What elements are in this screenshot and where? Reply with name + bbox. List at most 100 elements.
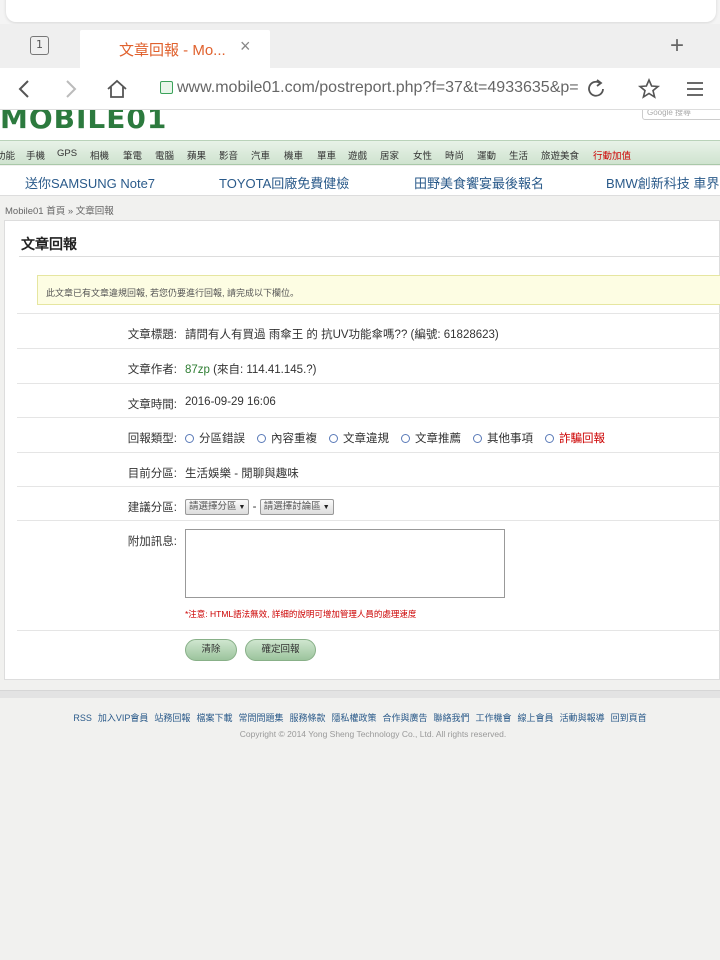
- category-link[interactable]: 生活: [509, 148, 528, 162]
- report-type-option[interactable]: 詐騙回報: [545, 433, 605, 445]
- notice-banner: 此文章已有文章違規回報, 若您仍要進行回報, 請完成以下欄位。: [37, 275, 720, 305]
- category-link[interactable]: 旅遊美食: [541, 148, 579, 162]
- report-type-options: 分區錯誤 內容重複 文章違規 文章推薦 其他事項 詐騙回報: [185, 430, 617, 446]
- divider: [17, 630, 720, 631]
- suggest-zone-selects: 請選擇分區 ▼ - 請選擇討論區 ▼: [185, 499, 334, 515]
- category-link[interactable]: 蘋果: [187, 148, 206, 162]
- message-textarea[interactable]: [185, 529, 505, 598]
- author-row: 文章作者: 87zp (來自: 114.41.145.?): [17, 348, 720, 383]
- report-type-label: 文章違規: [343, 433, 389, 445]
- radio-button[interactable]: [401, 434, 410, 443]
- radio-button[interactable]: [185, 434, 194, 443]
- category-link[interactable]: GPS: [57, 148, 77, 159]
- category-nav: 功能手機 GPS 相機筆電電腦蘋果影音汽車機車單車遊戲居家女性時尚運動生活旅遊美食行…: [0, 140, 720, 165]
- category-link[interactable]: 女性: [413, 148, 432, 162]
- category-link[interactable]: 功能: [0, 148, 15, 162]
- footer-link[interactable]: 站務回報: [154, 713, 190, 723]
- promo-link[interactable]: TOYOTA回廠免費健檢: [219, 173, 349, 192]
- report-type-option[interactable]: 分區錯誤: [185, 433, 245, 445]
- page-title: 文章回報: [21, 236, 77, 252]
- report-type-option[interactable]: 文章推薦: [401, 433, 461, 445]
- radio-button[interactable]: [257, 434, 266, 443]
- footer-link[interactable]: 加入VIP會員: [98, 713, 149, 723]
- footer-link[interactable]: 檔案下載: [196, 713, 232, 723]
- report-type-row: 回報類型: 分區錯誤 內容重複 文章違規 文章推薦 其他事項 詐騙回報: [17, 417, 720, 452]
- promo-link[interactable]: 送你SAMSUNG Note7: [25, 173, 155, 192]
- category-link[interactable]: 居家: [380, 148, 399, 162]
- footer-links: RSS 加入VIP會員 站務回報 檔案下載 常問問題集 服務條款 隱私權政策 合作與廣告 聯絡我…: [0, 711, 720, 724]
- divider: [19, 256, 719, 257]
- footer-link[interactable]: 線上會員: [518, 713, 554, 723]
- category-link[interactable]: 電腦: [155, 148, 174, 162]
- site-search-input[interactable]: Google 搜尋: [642, 110, 720, 120]
- zone-select[interactable]: 請選擇分區 ▼: [185, 499, 250, 515]
- report-type-label: 分區錯誤: [199, 433, 245, 445]
- footer-link[interactable]: 活動與報導: [560, 713, 605, 723]
- copyright: Copyright © 2014 Yong Sheng Technology C…: [239, 729, 507, 739]
- current-zone-label: 目前分區:: [127, 468, 177, 480]
- category-link[interactable]: 行動加值: [593, 148, 631, 162]
- submit-report-button[interactable]: 確定回報: [245, 639, 316, 661]
- clear-button[interactable]: 清除: [185, 639, 237, 661]
- message-label: 附加訊息:: [127, 536, 177, 548]
- article-title-label: 文章標題:: [127, 329, 177, 341]
- menu-icon[interactable]: [682, 76, 708, 102]
- report-type-option[interactable]: 內容重複: [257, 433, 317, 445]
- footer-link[interactable]: 服務條款: [289, 713, 325, 723]
- url-bar: www.mobile01.com/postreport.php?f=37&t=4…: [0, 68, 720, 110]
- refresh-icon[interactable]: [583, 76, 609, 102]
- notification-card: [6, 0, 716, 22]
- promo-link[interactable]: 田野美食饗宴最後報名: [414, 173, 544, 192]
- footer-link[interactable]: 隱私權政策: [331, 713, 376, 723]
- radio-button[interactable]: [473, 434, 482, 443]
- suggest-zone-label: 建議分區:: [127, 502, 177, 514]
- home-icon[interactable]: [104, 76, 130, 102]
- category-link[interactable]: 汽車: [251, 148, 270, 162]
- author-link[interactable]: 87zp: [185, 364, 210, 376]
- category-link[interactable]: 遊戲: [348, 148, 367, 162]
- footer-link[interactable]: RSS: [73, 713, 92, 723]
- active-tab[interactable]: 文章回報 - Mo... ×: [80, 30, 270, 68]
- report-panel: 文章回報 此文章已有文章違規回報, 若您仍要進行回報, 請完成以下欄位。 文章標…: [4, 220, 720, 680]
- bookmark-star-icon[interactable]: [636, 76, 662, 102]
- radio-button[interactable]: [329, 434, 338, 443]
- report-type-label: 文章推薦: [415, 433, 461, 445]
- url-input[interactable]: www.mobile01.com/postreport.php?f=37&t=4…: [177, 79, 579, 97]
- category-link[interactable]: 機車: [284, 148, 303, 162]
- footer-link[interactable]: 工作機會: [476, 713, 512, 723]
- site-header: MOBILE01 Google 搜尋: [0, 110, 720, 140]
- article-title-value: 請問有人有買過 雨傘王 的 抗UV功能傘嗎?? (編號: 61828623): [185, 329, 499, 341]
- report-type-label: 回報類型:: [127, 433, 177, 445]
- category-link[interactable]: 相機: [90, 148, 109, 162]
- author-ip: (來自: 114.41.145.?): [213, 364, 317, 376]
- category-link[interactable]: 手機: [26, 148, 45, 162]
- category-link[interactable]: 筆電: [123, 148, 142, 162]
- forward-arrow-icon[interactable]: [57, 76, 83, 102]
- footer-link[interactable]: 常問問題集: [238, 713, 283, 723]
- category-link[interactable]: 運動: [477, 148, 496, 162]
- close-tab-icon[interactable]: ×: [240, 36, 251, 57]
- report-type-label: 其他事項: [487, 433, 533, 445]
- promo-link[interactable]: BMW創新科技 車界: [606, 173, 719, 192]
- html-hint: *注意: HTML語法無效, 詳細的說明可增加管理人員的處理速度: [185, 609, 417, 619]
- back-arrow-icon[interactable]: [12, 76, 38, 102]
- board-select[interactable]: 請選擇討論區 ▼: [259, 499, 334, 515]
- footer-divider: [0, 690, 720, 698]
- current-zone-row: 目前分區: 生活娛樂 - 閒聊與趣味: [17, 452, 720, 487]
- footer-link[interactable]: 合作與廣告: [383, 713, 428, 723]
- radio-button[interactable]: [545, 434, 554, 443]
- tab-title: 文章回報 - Mo...: [119, 42, 226, 59]
- footer-link[interactable]: 回到頁首: [611, 713, 647, 723]
- breadcrumb[interactable]: Mobile01 首頁 » 文章回報: [5, 203, 114, 217]
- suggest-zone-row: 建議分區: 請選擇分區 ▼ - 請選擇討論區 ▼: [17, 486, 720, 521]
- footer-link[interactable]: 聯絡我們: [434, 713, 470, 723]
- report-type-option[interactable]: 文章違規: [329, 433, 389, 445]
- report-type-option[interactable]: 其他事項: [473, 433, 533, 445]
- category-link[interactable]: 單車: [317, 148, 336, 162]
- category-link[interactable]: 影音: [219, 148, 238, 162]
- category-link[interactable]: 時尚: [445, 148, 464, 162]
- tab-count-button[interactable]: 1: [30, 36, 49, 55]
- site-logo[interactable]: MOBILE01: [0, 110, 167, 135]
- new-tab-icon[interactable]: +: [670, 32, 684, 60]
- author-value: 87zp (來自: 114.41.145.?): [185, 361, 316, 377]
